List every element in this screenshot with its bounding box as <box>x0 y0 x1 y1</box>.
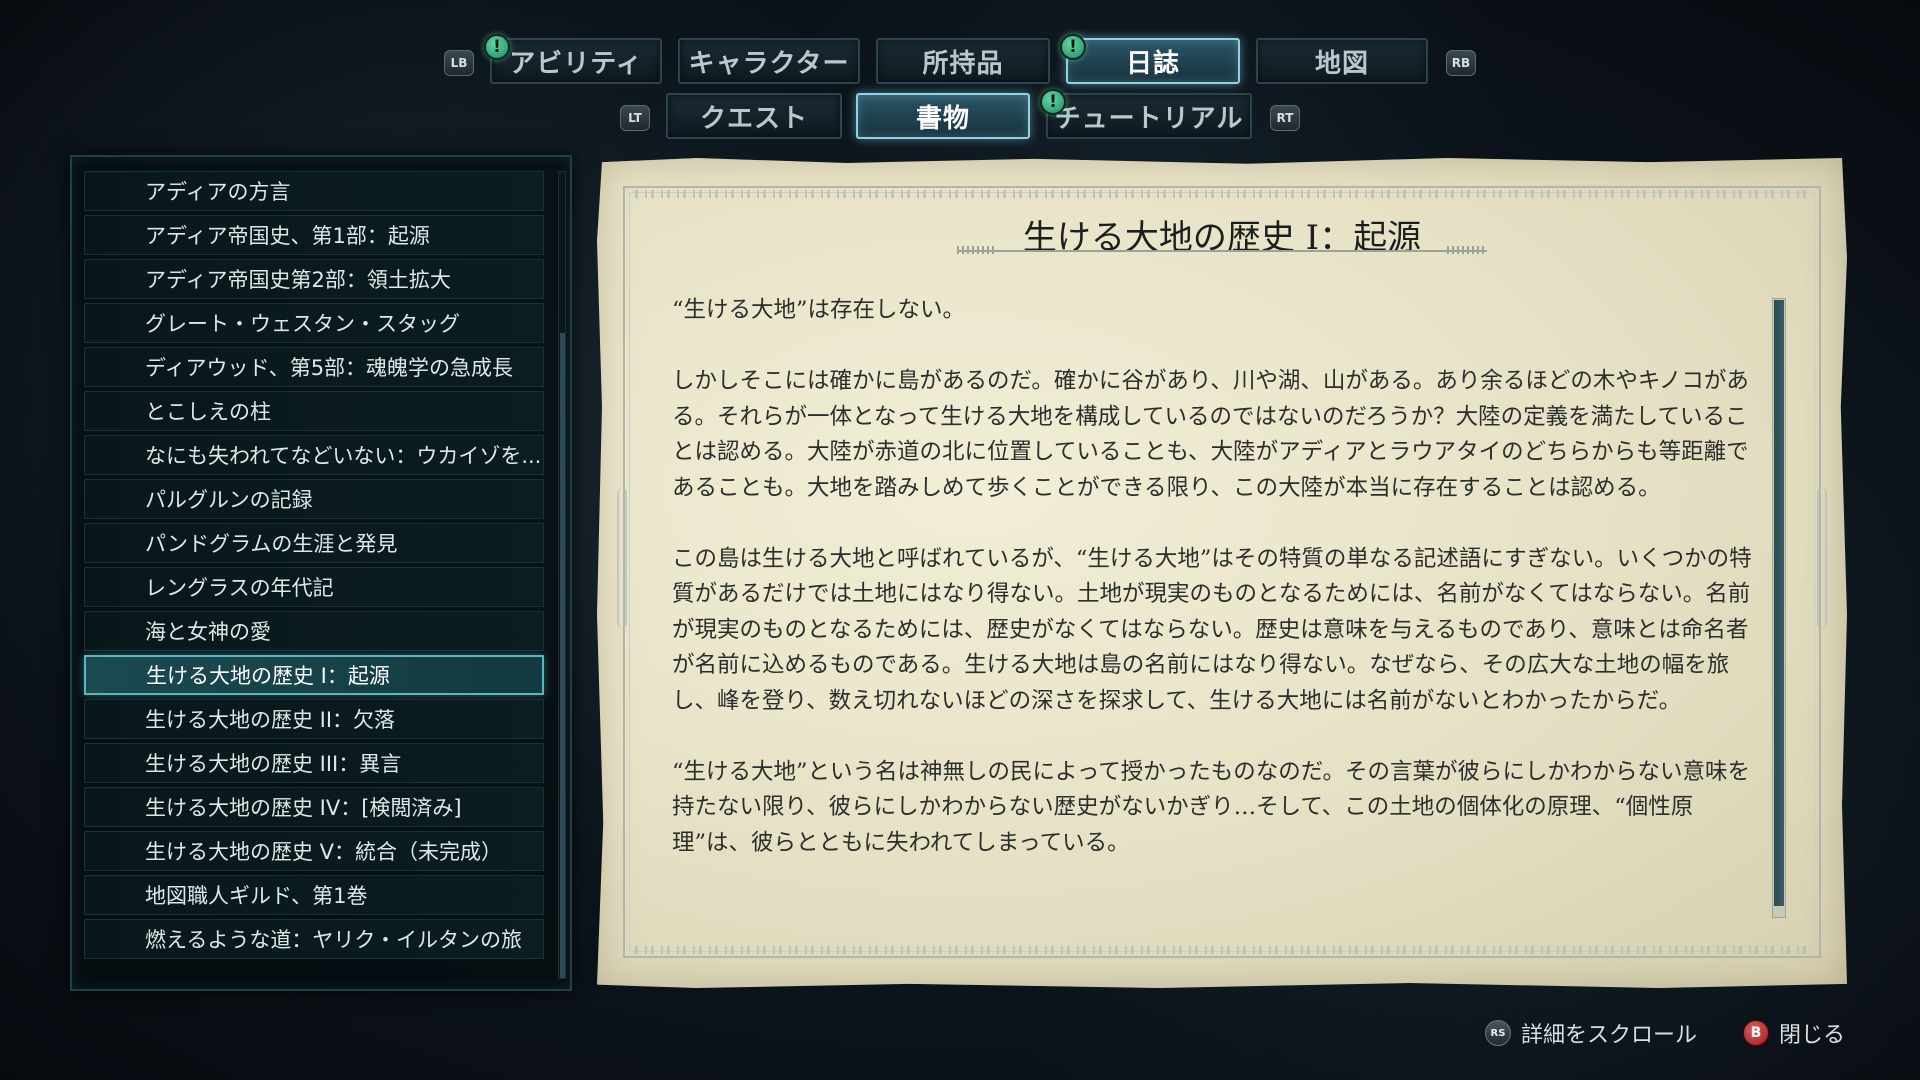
close-label: 閉じる <box>1779 1023 1846 1048</box>
tab-label: 日誌 <box>1125 48 1180 79</box>
tab-map[interactable]: 地図 <box>1256 38 1428 84</box>
tab-label: アビリティ <box>509 48 643 79</box>
book-list-item[interactable]: アディア帝国史、第1部：起源 <box>84 215 544 255</box>
book-title: ディアウッド、第5部：魂魄学の急成長 <box>145 356 514 380</box>
book-list-scroll-thumb[interactable] <box>560 333 565 978</box>
rt-button-hint[interactable]: RT <box>1270 105 1300 131</box>
tab-characters[interactable]: キャラクター <box>678 38 860 84</box>
main-tab-bar: LB アビリティ ! キャラクター 所持品 日誌 ! 地図 RB <box>0 34 1920 88</box>
document-paragraph: この島は生ける大地と呼ばれているが、“生ける大地”はその特質の単なる記述語にすぎ… <box>672 545 1752 714</box>
book-title: とこしえの柱 <box>145 400 271 424</box>
book-title: アディアの方言 <box>145 180 291 204</box>
book-list-item[interactable]: 生ける大地の歴史 V：統合（未完成） <box>84 831 544 871</box>
book-title: 生ける大地の歴史 II：欠落 <box>145 708 396 732</box>
document-parchment: 生ける大地の歴史 I：起源 “生ける大地”は存在しない。 しかしそこには確かに島… <box>597 158 1847 988</box>
scroll-details-label: 詳細をスクロール <box>1521 1023 1698 1048</box>
lb-button-hint[interactable]: LB <box>444 50 474 76</box>
document-paragraph: “生ける大地”という名は神無しの民によって授かったものなのだ。その言葉が彼らにし… <box>672 758 1751 856</box>
book-title: アディア帝国史第2部：領土拡大 <box>145 268 451 292</box>
tab-abilities[interactable]: アビリティ <box>490 38 662 84</box>
book-list-item[interactable]: アディアの方言 <box>84 171 544 211</box>
book-title: 生ける大地の歴史 I：起源 <box>146 664 390 688</box>
book-list-item[interactable]: パンドグラムの生涯と発見 <box>84 523 544 563</box>
book-list-item[interactable]: 海と女神の愛 <box>84 611 544 651</box>
book-title: 生ける大地の歴史 V：統合（未完成） <box>145 840 503 864</box>
book-list-item[interactable]: 生ける大地の歴史 IV：[検閲済み] <box>84 787 544 827</box>
document-body: “生ける大地”は存在しない。 しかしそこには確かに島があるのだ。確かに谷があり、… <box>672 293 1762 898</box>
book-list-item[interactable]: 生ける大地の歴史 III：異言 <box>84 743 544 783</box>
book-list-item[interactable]: パルグルンの記録 <box>84 479 544 519</box>
book-title: 海と女神の愛 <box>145 620 271 644</box>
book-list-scrollbar[interactable] <box>558 171 566 979</box>
document-scrollbar[interactable] <box>1772 298 1786 918</box>
book-list-item[interactable]: ディアウッド、第5部：魂魄学の急成長 <box>84 347 544 387</box>
book-title: なにも失われてなどいない：ウカイゾを... <box>145 444 542 468</box>
book-list-item[interactable]: レングラスの年代記 <box>84 567 544 607</box>
tab-label: キャラクター <box>688 48 850 79</box>
book-title: 生ける大地の歴史 III：異言 <box>145 752 402 776</box>
tab-tutorials[interactable]: チュートリアル <box>1046 93 1252 139</box>
bottom-ornament-band <box>635 946 1809 954</box>
book-title: レングラスの年代記 <box>145 576 334 600</box>
close-hint[interactable]: B 閉じる <box>1743 1017 1845 1049</box>
document-paragraph: しかしそこには確かに島があるのだ。確かに谷があり、川や湖、山がある。あり余るほど… <box>672 368 1749 501</box>
title-ornament-right <box>1447 246 1487 254</box>
b-button-icon: B <box>1743 1020 1769 1046</box>
book-title: パルグルンの記録 <box>145 488 313 512</box>
lt-button-hint[interactable]: LT <box>620 105 650 131</box>
book-list-item[interactable]: アディア帝国史第2部：領土拡大 <box>84 259 544 299</box>
book-list-item[interactable]: なにも失われてなどいない：ウカイゾを... <box>84 435 544 475</box>
book-title: グレート・ウェスタン・スタッグ <box>145 312 460 336</box>
rb-button-hint[interactable]: RB <box>1446 50 1476 76</box>
tab-inventory[interactable]: 所持品 <box>876 38 1050 84</box>
tab-label: クエスト <box>699 103 808 134</box>
top-ornament-band <box>635 190 1809 198</box>
book-title: 燃えるような道：ヤリク・イルタンの旅 <box>145 928 522 952</box>
tab-journal[interactable]: 日誌 <box>1066 38 1240 84</box>
sub-tab-bar: LT クエスト 書物 チュートリアル ! RT <box>0 89 1920 143</box>
tab-label: チュートリアル <box>1054 103 1244 134</box>
notification-badge-icon: ! <box>1040 89 1066 115</box>
book-list-item[interactable]: 生ける大地の歴史 II：欠落 <box>84 699 544 739</box>
tab-books[interactable]: 書物 <box>856 93 1030 139</box>
book-list-panel: アディアの方言アディア帝国史、第1部：起源 アディア帝国史第2部：領土拡大 グレート… <box>70 155 572 991</box>
tab-label: 所持品 <box>922 48 1004 79</box>
book-list-item[interactable]: グレート・ウェスタン・スタッグ <box>84 303 544 343</box>
book-title: 地図職人ギルド、第1巻 <box>145 884 368 908</box>
notification-badge-icon: ! <box>484 34 510 60</box>
right-ornament <box>1817 488 1827 628</box>
book-title: 生ける大地の歴史 IV：[検閲済み] <box>145 796 462 820</box>
tab-label: 書物 <box>915 103 970 134</box>
rs-stick-icon: RS <box>1485 1020 1511 1046</box>
book-list-item[interactable]: 地図職人ギルド、第1巻 <box>84 875 544 915</box>
document-scroll-thumb[interactable] <box>1774 300 1784 906</box>
book-title: アディア帝国史、第1部：起源 <box>145 224 430 248</box>
title-underline <box>957 250 1487 252</box>
book-list-item[interactable]: 生ける大地の歴史 I：起源 <box>84 655 544 695</box>
scroll-details-hint[interactable]: RS 詳細をスクロール <box>1485 1017 1697 1049</box>
tab-quests[interactable]: クエスト <box>666 93 842 139</box>
book-title: パンドグラムの生涯と発見 <box>145 532 398 556</box>
notification-badge-icon: ! <box>1060 34 1086 60</box>
title-ornament-left <box>957 246 997 254</box>
left-ornament <box>617 488 627 628</box>
tab-label: 地図 <box>1314 48 1369 79</box>
book-list-item[interactable]: とこしえの柱 <box>84 391 544 431</box>
book-list-item[interactable]: 燃えるような道：ヤリク・イルタンの旅 <box>84 919 544 959</box>
document-paragraph: “生ける大地”は存在しない。 <box>672 297 966 323</box>
